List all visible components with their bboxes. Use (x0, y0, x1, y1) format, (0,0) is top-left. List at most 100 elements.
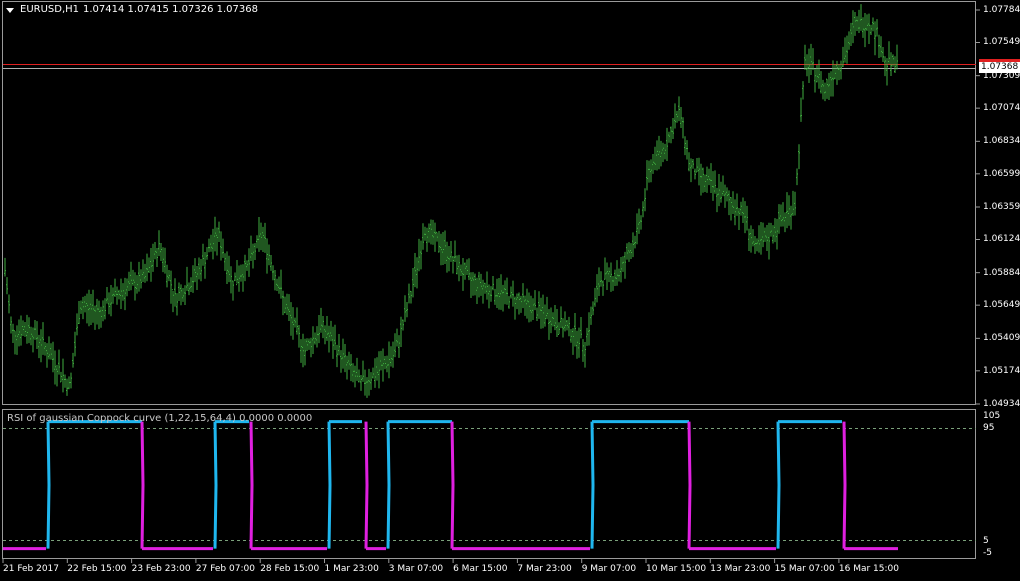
price-bar (508, 296, 510, 309)
price-bar (294, 317, 296, 328)
bid-price-tag: 1.07368 (979, 59, 1020, 73)
price-label: 1.05409 (983, 333, 1020, 344)
price-label: 1.07784 (983, 5, 1020, 15)
price-bar (32, 327, 34, 353)
price-bar (738, 208, 740, 231)
price-bar (282, 290, 284, 316)
price-bar (404, 295, 406, 322)
indicator-step-edge (46, 421, 51, 549)
price-bar (650, 159, 652, 183)
indicator-step-edge (364, 421, 369, 549)
price-bar (760, 222, 762, 255)
price-bar (368, 368, 370, 396)
price-bar (612, 276, 614, 291)
price-label: 1.06599 (983, 168, 1020, 179)
price-bar (644, 188, 646, 212)
price-bar (328, 325, 330, 353)
price-bar (458, 254, 460, 282)
price-bar (480, 273, 482, 296)
price-bar (128, 271, 130, 291)
price-bar (406, 302, 408, 318)
price-bar (744, 201, 746, 234)
price-bar (714, 170, 716, 194)
price-bar (46, 343, 48, 368)
price-bar (340, 350, 342, 373)
price-bar (450, 240, 452, 262)
price-bar (66, 378, 68, 396)
price-bar (22, 320, 24, 337)
price-bar (556, 308, 558, 338)
price-bar (164, 247, 166, 274)
price-bar (94, 305, 96, 330)
price-bar (722, 175, 724, 197)
price-bar (444, 230, 446, 265)
price-label: 1.07549 (983, 37, 1020, 48)
price-bar (708, 168, 710, 186)
price-bar (374, 358, 376, 388)
price-bar (264, 222, 266, 253)
price-bar (376, 357, 378, 381)
price-bar (862, 17, 864, 38)
time-label: 16 Mar 15:00 (838, 564, 899, 574)
price-bar (250, 235, 252, 262)
price-bar (596, 274, 598, 303)
price-bar (488, 284, 490, 309)
price-bar (840, 60, 842, 80)
price-bar (526, 288, 528, 319)
price-bar (660, 140, 662, 167)
price-bar (62, 358, 64, 393)
price-bar (80, 300, 82, 314)
price-bar (756, 238, 758, 252)
price-bar (524, 295, 526, 316)
indicator-level-label: 5 (983, 535, 989, 546)
price-bar (672, 117, 674, 140)
price-bar (726, 187, 728, 202)
price-bar (304, 338, 306, 366)
price-bar (272, 265, 274, 281)
price-bar (602, 280, 604, 296)
price-bar (362, 360, 364, 382)
price-bar (126, 278, 128, 297)
dropdown-triangle-icon[interactable] (6, 7, 14, 13)
price-bar (492, 275, 494, 291)
price-bar (372, 367, 374, 379)
price-bar (774, 218, 776, 243)
price-bar (634, 235, 636, 249)
price-bar (742, 197, 744, 223)
price-bar (462, 258, 464, 291)
price-bar (84, 295, 86, 313)
price-bar (392, 341, 394, 368)
price-bar (560, 306, 562, 329)
price-bar (222, 238, 224, 258)
mt4-chart-window[interactable]: EURUSD,H1 1.07414 1.07415 1.07326 1.0736… (0, 0, 1020, 581)
price-bar (320, 307, 322, 333)
price-bar (414, 253, 416, 288)
price-bar (884, 56, 886, 77)
price-bar (344, 344, 346, 373)
price-bar (528, 292, 530, 323)
price-bar (516, 293, 518, 310)
price-bar (472, 272, 474, 296)
chart-canvas (2, 4, 980, 563)
price-bar (34, 319, 36, 340)
price-bar (764, 227, 766, 242)
price-bar (24, 322, 26, 337)
price-bar (78, 301, 80, 324)
price-bar (816, 65, 818, 83)
price-bar (668, 131, 670, 143)
price-bar (44, 341, 46, 356)
price-bar (750, 225, 752, 253)
price-bar (666, 127, 668, 162)
time-label: 21 Feb 2017 (3, 564, 60, 574)
price-bar (260, 222, 262, 251)
price-bar (316, 326, 318, 348)
price-bar (346, 355, 348, 380)
price-bar (728, 190, 730, 216)
price-bar (548, 309, 550, 340)
price-bar (688, 152, 690, 172)
price-bar (818, 59, 820, 89)
time-label: 22 Feb 15:00 (67, 564, 127, 574)
price-bar (232, 280, 234, 301)
price-bar (352, 363, 354, 383)
price-bar (330, 320, 332, 342)
